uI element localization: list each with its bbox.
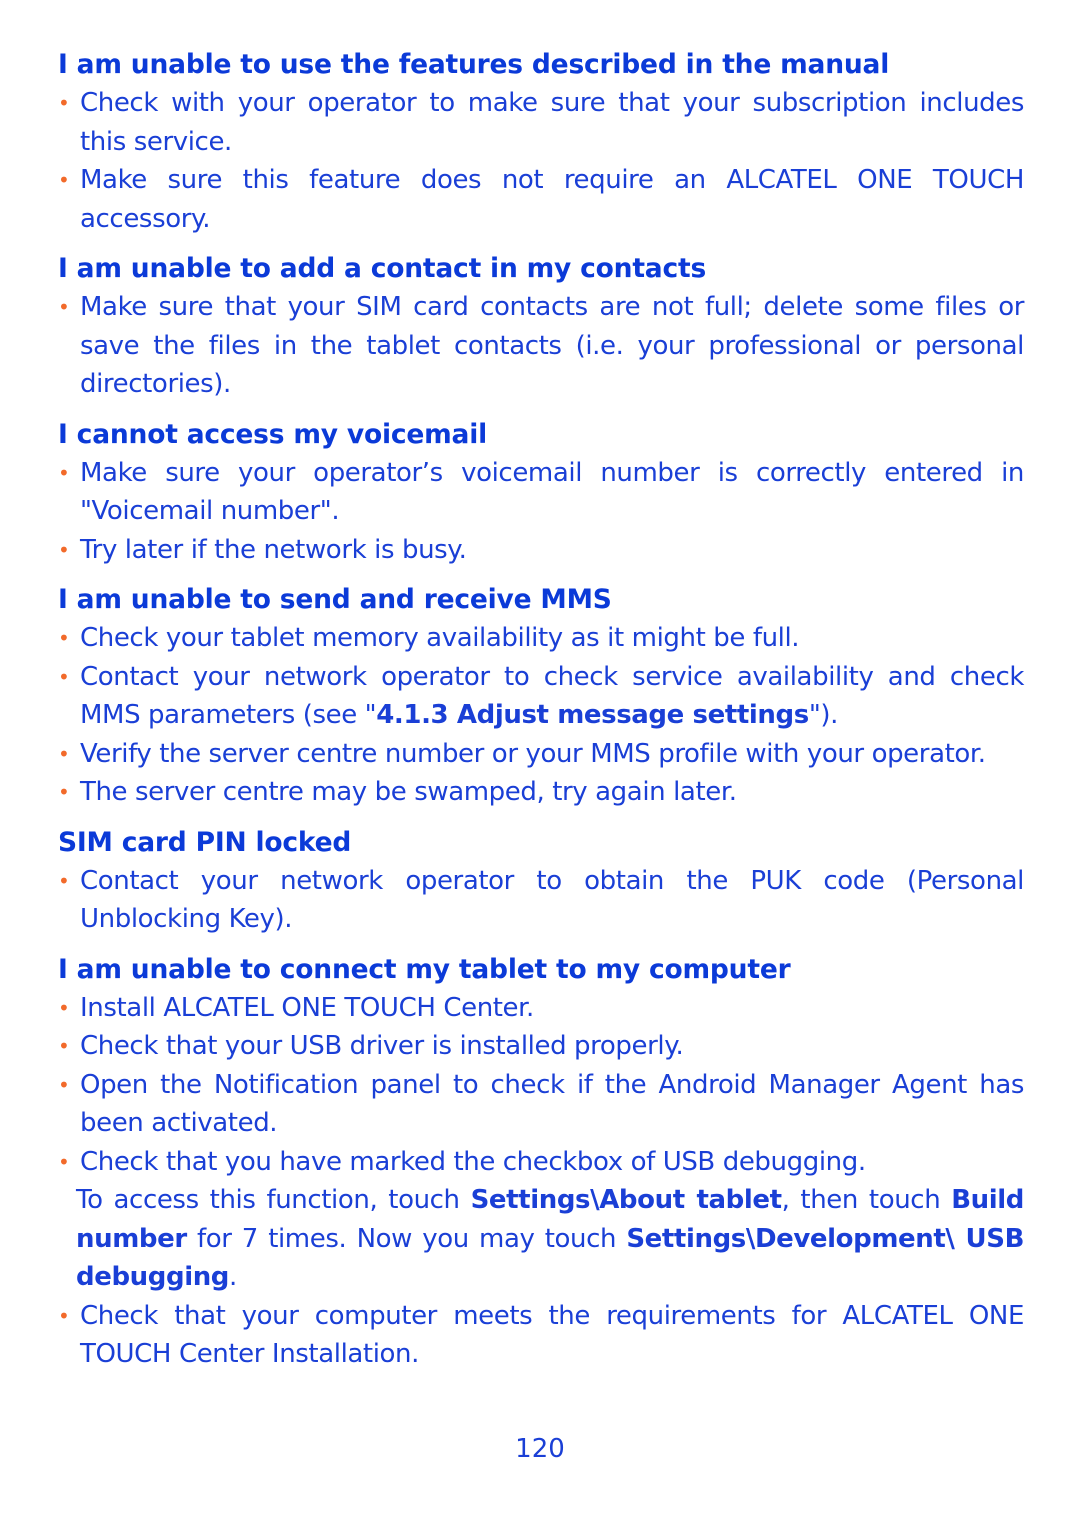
list-item: • Verify the server centre number or your…	[58, 735, 1024, 774]
bullet-icon: •	[58, 295, 70, 319]
bullet-icon: •	[58, 1034, 70, 1058]
list-item: • Make sure that your SIM card contacts a…	[58, 288, 1024, 404]
bullet-icon: •	[58, 626, 70, 650]
bullet-icon: •	[58, 168, 70, 192]
section-heading: I am unable to send and receive MMS	[58, 584, 612, 615]
page-number: 120	[515, 1434, 565, 1464]
list-item: • Make sure this feature does not require…	[58, 161, 1024, 238]
list-item: • Contact your network operator to check …	[58, 658, 1024, 735]
list-item: • Open the Notification panel to check if…	[58, 1066, 1024, 1143]
bullet-icon: •	[58, 460, 70, 485]
usb-debugging-note: To access this function, touch Settings\…	[76, 1185, 1024, 1292]
bullet-icon: •	[58, 995, 70, 1020]
bullet-icon: •	[58, 1072, 70, 1097]
bullet-icon: •	[58, 868, 70, 893]
list-item: • Check that you have marked the checkbox…	[58, 1143, 1024, 1182]
bullet-icon: •	[58, 664, 70, 689]
list-item: • Check that your computer meets the requ…	[58, 1297, 1024, 1374]
section-heading: I cannot access my voicemail	[58, 418, 487, 450]
section-voicemail: I cannot access my voicemail • Make sure …	[58, 416, 1024, 570]
section-mms: I am unable to send and receive MMS • Che…	[58, 581, 1024, 812]
bullet-icon: •	[58, 1149, 70, 1174]
section-heading: I am unable to add a contact in my conta…	[58, 253, 707, 284]
section-heading: I am unable to connect my tablet to my c…	[58, 953, 791, 985]
section-heading: I am unable to use the features describe…	[58, 49, 890, 80]
section-contacts: I am unable to add a contact in my conta…	[58, 250, 1024, 404]
bullet-icon: •	[58, 780, 70, 804]
cross-reference-link[interactable]: 4.1.3 Adjust message settings	[376, 700, 809, 730]
section-features: I am unable to use the features describe…	[58, 46, 1024, 238]
section-sim-pin: SIM card PIN locked • Contact your networ…	[58, 824, 1024, 939]
section-computer: I am unable to connect my tablet to my c…	[58, 951, 1024, 1374]
bullet-icon: •	[58, 1303, 70, 1328]
list-item: • Check with your operator to make sure t…	[58, 84, 1024, 161]
list-item: • Check that your USB driver is installed…	[58, 1027, 1024, 1066]
list-item: • Make sure your operator’s voicemail num…	[58, 454, 1024, 531]
section-heading: SIM card PIN locked	[58, 826, 352, 858]
list-item: • Check your tablet memory availability a…	[58, 619, 1024, 658]
document-page: I am unable to use the features describe…	[58, 46, 1024, 1386]
list-item: • Install ALCATEL ONE TOUCH Center.	[58, 989, 1024, 1028]
list-item: • The server centre may be swamped, try a…	[58, 773, 1024, 812]
bullet-icon: •	[58, 537, 70, 562]
list-item: • Contact your network operator to obtain…	[58, 862, 1024, 939]
bullet-icon: •	[58, 91, 70, 115]
bullet-icon: •	[58, 741, 70, 766]
list-item: • Try later if the network is busy.	[58, 531, 1024, 570]
